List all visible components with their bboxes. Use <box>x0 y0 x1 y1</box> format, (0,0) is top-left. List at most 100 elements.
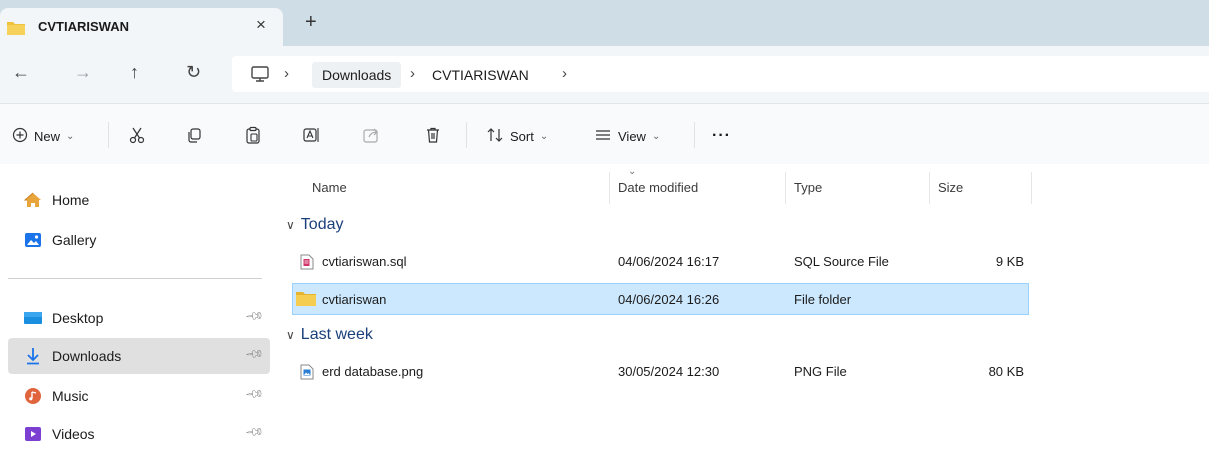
command-bar: New ⌄ Sort ⌄ View ⌄ ··· <box>0 104 1209 164</box>
pin-icon[interactable]: 📌︎ <box>244 306 265 327</box>
up-button[interactable]: ↑ <box>130 62 139 82</box>
sidebar-item-gallery[interactable]: Gallery <box>8 222 270 258</box>
group-label: Today <box>300 216 344 233</box>
breadcrumb-chevron-icon[interactable]: › <box>562 65 567 82</box>
sidebar-item-music[interactable]: Music 📌︎ <box>8 378 270 414</box>
breadcrumb-chevron-icon[interactable]: › <box>410 65 415 82</box>
toolbar-divider <box>108 122 109 148</box>
column-header-size[interactable]: Size <box>938 180 963 195</box>
chevron-down-icon: ⌄ <box>651 130 661 142</box>
refresh-button[interactable]: ↻ <box>186 62 201 82</box>
column-header-name[interactable]: Name <box>312 180 347 195</box>
back-button[interactable]: ← <box>12 62 30 82</box>
tab-cvtiariswan[interactable]: CVTIARISWAN × <box>0 8 283 46</box>
sidebar-item-label: Desktop <box>52 310 104 326</box>
paste-button[interactable] <box>244 125 262 147</box>
copy-icon <box>186 126 204 147</box>
gallery-icon <box>24 231 42 249</box>
file-size: 9 KB <box>995 254 1024 269</box>
toolbar-divider <box>466 122 467 148</box>
pin-icon[interactable]: 📌︎ <box>244 422 265 443</box>
sort-button[interactable]: Sort ⌄ <box>486 125 548 147</box>
tab-bar: CVTIARISWAN × + <box>0 0 1209 46</box>
column-divider[interactable] <box>609 172 610 204</box>
toolbar-divider <box>694 122 695 148</box>
address-bar[interactable]: › Downloads › CVTIARISWAN › <box>232 56 1209 92</box>
clipboard-icon <box>244 126 262 147</box>
sidebar-item-label: Videos <box>52 426 95 442</box>
chevron-down-icon: ⌄ <box>66 130 75 142</box>
file-size: 80 KB <box>988 364 1024 379</box>
desktop-icon <box>24 309 42 327</box>
sort-label: Sort <box>510 128 534 144</box>
home-icon <box>24 191 42 209</box>
breadcrumb-downloads[interactable]: Downloads <box>312 62 402 88</box>
music-icon <box>24 387 42 405</box>
file-date: 30/05/2024 12:30 <box>618 364 720 379</box>
sort-icon <box>486 127 504 146</box>
column-divider[interactable] <box>929 172 930 204</box>
new-tab-button[interactable]: + <box>305 12 317 32</box>
rename-icon <box>302 126 320 147</box>
sidebar-item-home[interactable]: Home <box>8 182 270 218</box>
more-options-button[interactable]: ··· <box>712 125 731 147</box>
sort-indicator-icon: ⌄ <box>628 166 637 177</box>
this-pc-icon[interactable] <box>250 65 270 86</box>
rename-button[interactable] <box>302 125 320 147</box>
sql-file-icon <box>300 254 314 273</box>
navigation-pane: Home Gallery Desktop 📌︎ Downloads 📌︎ Mus… <box>0 164 276 457</box>
trash-icon <box>424 126 442 147</box>
sidebar-item-downloads[interactable]: Downloads 📌︎ <box>8 338 270 374</box>
folder-icon <box>6 20 26 39</box>
file-date: 04/06/2024 16:17 <box>618 254 720 269</box>
file-name: erd database.png <box>322 364 424 379</box>
new-button[interactable]: New ⌄ <box>12 125 74 147</box>
chevron-down-icon: ⌄ <box>539 130 549 142</box>
view-button[interactable]: View ⌄ <box>594 125 660 147</box>
file-row[interactable]: erd database.png 30/05/2024 12:30 PNG Fi… <box>292 356 1029 388</box>
column-divider[interactable] <box>1031 172 1032 204</box>
sidebar-item-videos[interactable]: Videos 📌︎ <box>8 416 270 452</box>
scissors-icon <box>128 126 146 147</box>
folder-icon <box>295 290 317 310</box>
column-header-date-modified[interactable]: Date modified <box>618 180 698 195</box>
breadcrumb-cvtiariswan[interactable]: CVTIARISWAN <box>422 62 539 88</box>
download-icon <box>24 347 42 365</box>
pin-icon[interactable]: 📌︎ <box>244 344 265 365</box>
sidebar-item-desktop[interactable]: Desktop 📌︎ <box>8 300 270 336</box>
navigation-bar: ← → ↑ ↻ › Downloads › CVTIARISWAN › <box>0 46 1209 104</box>
file-row[interactable]: cvtiariswan 04/06/2024 16:26 File folder <box>292 283 1029 315</box>
chevron-down-icon[interactable]: ∨ <box>286 328 295 342</box>
view-lines-icon <box>594 128 612 145</box>
sidebar-divider <box>8 278 262 279</box>
sidebar-item-label: Music <box>52 388 89 404</box>
file-type: File folder <box>794 292 852 307</box>
share-button[interactable] <box>362 125 380 147</box>
breadcrumb-chevron-icon[interactable]: › <box>284 65 289 82</box>
file-list: Name ⌄ Date modified Type Size ∨ Today c… <box>276 164 1209 457</box>
column-header-type[interactable]: Type <box>794 180 822 195</box>
videos-icon <box>24 425 42 443</box>
file-name: cvtiariswan.sql <box>322 254 407 269</box>
sidebar-item-label: Downloads <box>52 348 122 364</box>
file-name: cvtiariswan <box>322 292 387 307</box>
group-header-last-week[interactable]: ∨ Last week <box>286 326 373 344</box>
pin-icon[interactable]: 📌︎ <box>244 384 265 405</box>
add-circle-icon <box>12 127 28 146</box>
file-type: SQL Source File <box>794 254 889 269</box>
sidebar-item-label: Home <box>52 192 90 208</box>
copy-button[interactable] <box>186 125 204 147</box>
delete-button[interactable] <box>424 125 442 147</box>
column-divider[interactable] <box>785 172 786 204</box>
cut-button[interactable] <box>128 125 146 147</box>
file-date: 04/06/2024 16:26 <box>618 292 720 307</box>
file-row[interactable]: cvtiariswan.sql 04/06/2024 16:17 SQL Sou… <box>292 246 1029 278</box>
file-type: PNG File <box>794 364 847 379</box>
new-label: New <box>34 128 61 144</box>
group-header-today[interactable]: ∨ Today <box>286 216 344 234</box>
forward-button[interactable]: → <box>74 62 92 82</box>
chevron-down-icon[interactable]: ∨ <box>286 218 295 232</box>
png-file-icon <box>300 364 314 383</box>
tab-title: CVTIARISWAN <box>38 19 129 34</box>
close-icon[interactable]: × <box>256 15 266 35</box>
